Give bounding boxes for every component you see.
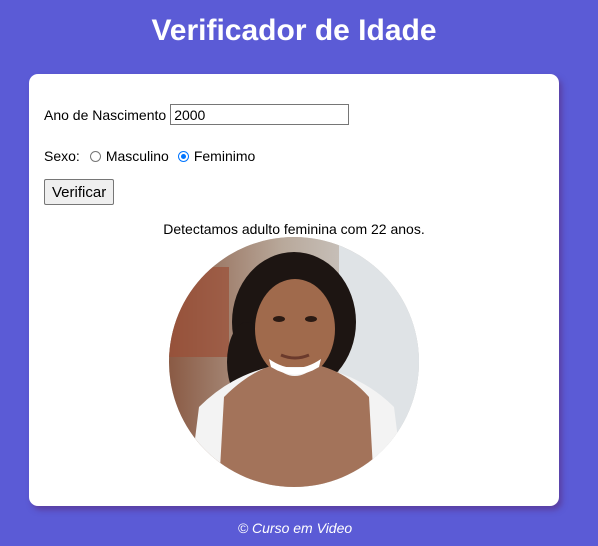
footer-credit: © Curso em Video <box>237 520 353 536</box>
birth-year-input[interactable] <box>170 104 350 125</box>
woman-photo-icon <box>169 237 419 487</box>
sex-row: Sexo: Masculino Feminimo <box>44 148 264 164</box>
radio-masculino-label[interactable]: Masculino <box>106 148 169 164</box>
result-photo <box>169 237 419 487</box>
verify-button[interactable]: Verificar <box>44 179 115 205</box>
radio-masculino[interactable] <box>89 150 101 162</box>
birth-year-label: Ano de Nascimento <box>44 106 167 123</box>
sex-option-masculino[interactable]: Masculino <box>89 148 169 164</box>
result-message: Detectamos adulto feminina com 22 anos. <box>163 221 425 237</box>
sex-option-feminimo[interactable]: Feminimo <box>177 148 255 164</box>
radio-feminimo-label[interactable]: Feminimo <box>194 148 255 164</box>
age-checker-card: Ano de Nascimento Sexo: Masculino Femini… <box>29 74 559 506</box>
page-title: Verificador de Idade <box>151 14 437 47</box>
sex-label: Sexo: <box>44 148 80 164</box>
birth-year-row: Ano de Nascimento <box>44 104 350 125</box>
radio-feminimo[interactable] <box>177 150 189 162</box>
